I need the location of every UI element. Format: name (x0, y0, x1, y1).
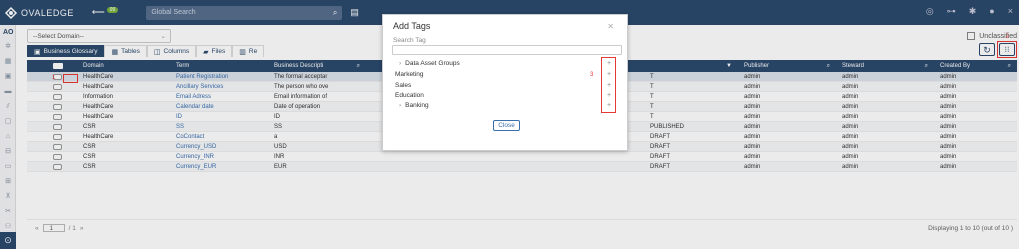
tag-marketing[interactable]: Marketing (395, 70, 424, 80)
tag-data-asset-groups[interactable]: › Data Asset Groups (399, 59, 460, 69)
tag-label: Marketing (395, 71, 424, 78)
close-icon[interactable]: ✕ (607, 22, 614, 31)
annotation-number-3: 3 (590, 72, 594, 78)
tag-label: Banking (405, 102, 429, 109)
highlight-box-add-tag (601, 57, 616, 113)
chevron-right-icon[interactable]: › (399, 60, 401, 67)
tag-label: Sales (395, 82, 412, 89)
chevron-right-icon[interactable]: › (399, 102, 401, 109)
tag-label: Data Asset Groups (405, 60, 460, 67)
add-tags-modal: Add Tags ✕ Search Tag › Data Asset Groups… (382, 14, 628, 151)
tag-education[interactable]: Education (395, 91, 424, 101)
tag-label: Education (395, 92, 424, 99)
tag-sales[interactable]: Sales (395, 81, 411, 91)
tag-banking[interactable]: › Banking (399, 101, 429, 111)
search-tag-label: Search Tag (393, 37, 426, 44)
close-button[interactable]: Close (493, 120, 520, 131)
search-tag-input[interactable] (392, 45, 622, 55)
modal-title: Add Tags (393, 21, 431, 31)
